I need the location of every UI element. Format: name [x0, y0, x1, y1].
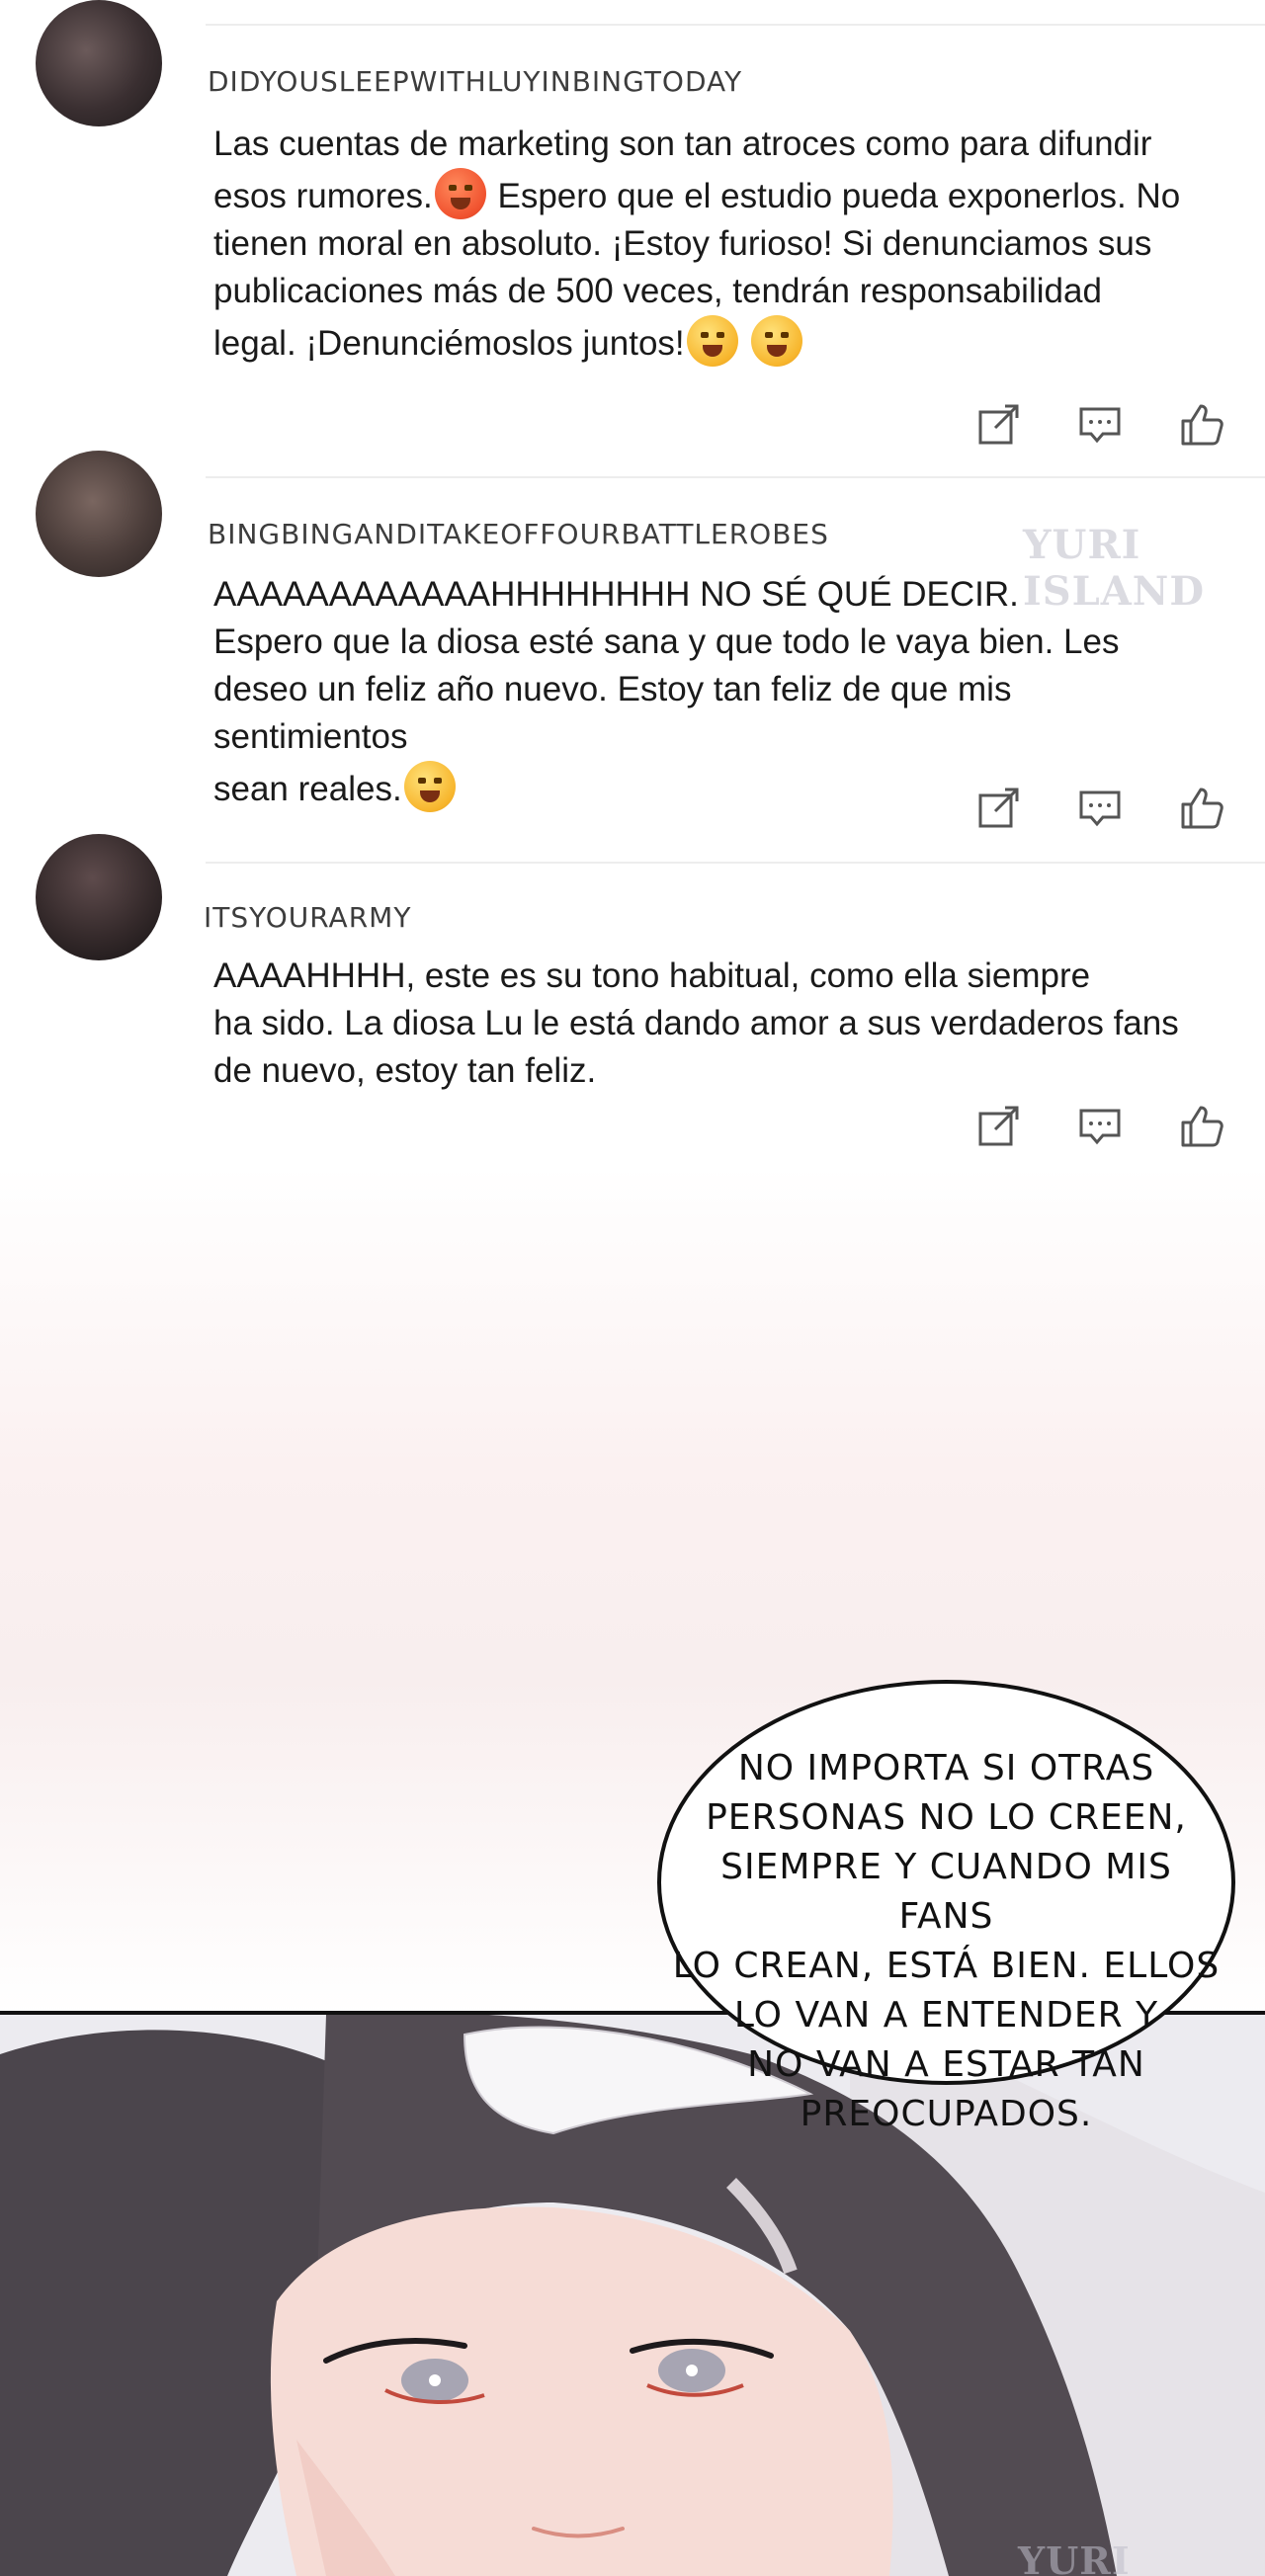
speech-line: LO VAN A ENTENDER Y	[733, 1995, 1159, 2036]
comment-line: deseo un feliz año nuevo. Estoy tan feli…	[213, 670, 1012, 756]
share-icon	[978, 404, 1019, 445]
speech-line: LO CREAN, ESTÁ BIEN. ELLOS	[672, 1946, 1221, 1986]
avatar[interactable]	[36, 0, 162, 126]
comment-line: Espero que la diosa esté sana y que todo…	[213, 623, 1120, 661]
comment-line: Las cuentas de marketing son tan atroces…	[213, 125, 1152, 163]
reply-button[interactable]	[1070, 395, 1130, 455]
angry-face-emoji	[434, 168, 486, 219]
like-button[interactable]	[1172, 395, 1231, 455]
comment-text: Las cuentas de marketing son tan atroces…	[213, 121, 1182, 368]
avatar[interactable]	[36, 451, 162, 577]
speech-line: SIEMPRE Y CUANDO MIS FANS	[720, 1847, 1172, 1937]
comment-line-part: legal. ¡Denunciémoslos juntos!	[213, 324, 685, 363]
comment-line: de nuevo, estoy tan feliz.	[213, 1051, 597, 1090]
comment-line-part: sean reales.	[213, 770, 402, 808]
share-button[interactable]	[969, 779, 1028, 838]
watermark: YURI ISLAND	[1023, 522, 1206, 615]
comment-text: AAAAHHHH, este es su tono habitual, como…	[213, 953, 1182, 1095]
comment-feed: DIDYOUSLEEPWITHLUYINBINGTODAY Las cuenta…	[0, 0, 1265, 1166]
like-button[interactable]	[1172, 779, 1231, 838]
comment-actions	[969, 1097, 1265, 1156]
speech-line: NO VAN A ESTAR TAN	[747, 2044, 1145, 2085]
speech-bubble-text: NO IMPORTA SI OTRAS PERSONAS NO LO CREEN…	[672, 1744, 1221, 2139]
comment-icon	[1079, 1109, 1121, 1145]
share-button[interactable]	[969, 1097, 1028, 1156]
comment-line: esos rumores. Espero que el estudio pued…	[213, 168, 1182, 220]
speech-line: NO IMPORTA SI OTRAS	[737, 1748, 1155, 1788]
speech-line: PERSONAS NO LO CREEN,	[706, 1797, 1187, 1838]
shouting-face-emoji	[686, 315, 738, 367]
share-icon	[978, 1106, 1019, 1146]
shouting-face-emoji	[751, 315, 803, 367]
like-icon	[1181, 1106, 1223, 1147]
comment-line: AAAAHHHH, este es su tono habitual, como…	[213, 956, 1091, 995]
like-icon	[1181, 404, 1223, 446]
comment-username[interactable]: BINGBINGANDITAKEOFFOURBATTLEROBES	[208, 518, 829, 550]
comment-line: tienen moral en absoluto. ¡Estoy furioso…	[213, 224, 1152, 263]
comment-line: publicaciones más de 500 veces, tendrán …	[213, 272, 1102, 310]
comment-icon	[1079, 407, 1121, 444]
watermark: YURI ISLAND	[1018, 2538, 1131, 2576]
comment-line: ha sido. La diosa Lu le está dando amor …	[213, 1004, 1179, 1042]
comment-username[interactable]: DIDYOUSLEEPWITHLUYINBINGTODAY	[208, 65, 742, 98]
comment-icon	[1079, 790, 1121, 827]
avatar[interactable]	[36, 834, 162, 960]
divider	[206, 862, 1265, 864]
crying-face-emoji	[403, 761, 456, 812]
comment-line-part: esos rumores.	[213, 177, 433, 215]
share-icon	[978, 788, 1019, 828]
comment-line: legal. ¡Denunciémoslos juntos!	[213, 315, 1182, 368]
comment-actions	[969, 395, 1265, 455]
reply-button[interactable]	[1070, 779, 1130, 838]
reply-button[interactable]	[1070, 1097, 1130, 1156]
divider	[206, 476, 1265, 478]
like-button[interactable]	[1172, 1097, 1231, 1156]
like-icon	[1181, 788, 1223, 829]
comment-line-part: Espero que el estudio pueda exponerlos. …	[487, 177, 1181, 215]
speech-line: PREOCUPADOS.	[800, 2094, 1093, 2134]
share-button[interactable]	[969, 395, 1028, 455]
divider	[206, 24, 1265, 26]
comment-username[interactable]: ITSYOURARMY	[204, 901, 411, 934]
comment-actions	[969, 779, 1265, 838]
